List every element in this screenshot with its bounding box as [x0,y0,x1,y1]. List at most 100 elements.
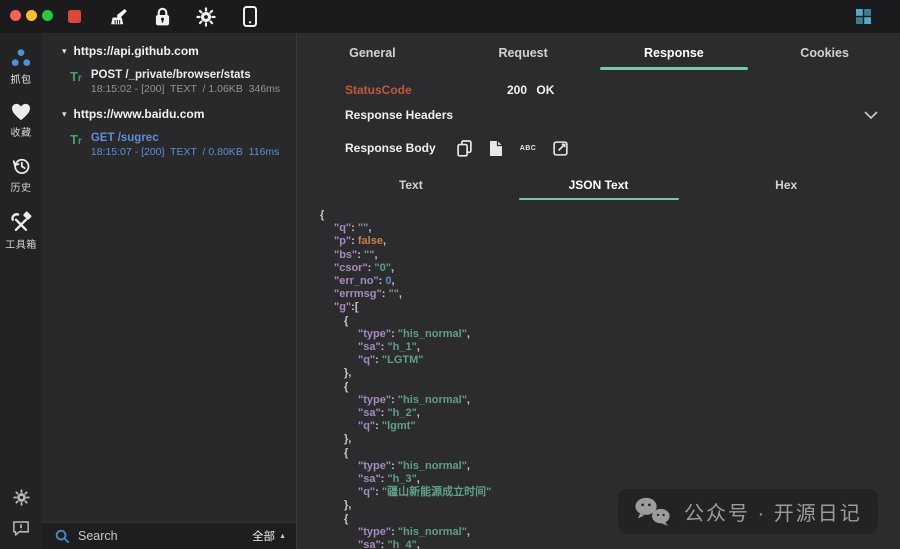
stop-icon [68,10,81,23]
capture-icon [10,48,32,68]
sidebar-item-toolbox[interactable]: 工具箱 [0,211,42,251]
settings-button[interactable] [192,4,220,29]
device-button[interactable] [236,4,264,29]
expand-arrow-icon: ▾ [62,47,67,56]
app-window: 抓包收藏历史工具箱 [0,0,900,549]
json-line: "type": "his_normal", [320,328,894,341]
sidebar-item-label: 抓包 [11,71,32,86]
tab-response[interactable]: Response [599,37,750,70]
group-url: https://www.baidu.com [74,107,205,121]
json-line: "sa": "h_3", [320,473,894,486]
sidebar-item-label: 历史 [11,179,32,194]
body-tab-hex[interactable]: Hex [692,169,880,201]
json-line: "errmsg": "", [320,288,894,301]
app-settings-button[interactable] [13,489,30,506]
json-line: { [320,209,894,222]
sidebar-bottom [12,489,30,537]
minimize-button[interactable] [26,10,37,21]
search-input[interactable] [78,529,244,543]
status-code-value: 200 OK [507,83,554,97]
json-line: { [320,381,894,394]
open-in-new-icon [553,141,568,156]
close-button[interactable] [10,10,21,21]
json-line: { [320,315,894,328]
body-tab-json-text[interactable]: JSON Text [505,169,693,201]
body-tab-text[interactable]: Text [317,169,505,201]
json-line: }, [320,367,894,380]
request-groups: ▾https://api.github.comTrPOST /_private/… [42,33,296,522]
content-type-icon: Tr [70,133,82,147]
json-line: }, [320,433,894,446]
save-body-button[interactable] [489,140,503,157]
json-line: { [320,447,894,460]
document-icon [489,140,503,157]
json-line: "p": false, [320,235,894,248]
sidebar-item-capture[interactable]: 抓包 [0,48,42,86]
json-line: "type": "his_normal", [320,394,894,407]
json-line: "sa": "h_4", [320,539,894,549]
encoding-button[interactable]: ABC [520,145,537,152]
body-format-tabs: TextJSON TextHex [317,169,880,201]
json-line: "sa": "h_1", [320,341,894,354]
titlebar [0,0,900,33]
response-headers-row[interactable]: Response Headers [345,108,878,122]
copy-icon [457,140,472,157]
request-group-header[interactable]: ▾ https://www.baidu.com [42,102,296,125]
response-headers-label: Response Headers [345,108,453,122]
lock-icon [154,7,171,27]
sidebar-item-label: 工具箱 [5,236,37,251]
request-list-panel: ▾https://api.github.comTrPOST /_private/… [42,33,297,549]
request-meta: 18:15:02 - [200] TEXT / 1.06KB 346ms [91,83,280,95]
fullscreen-button[interactable] [42,10,53,21]
status-row: StatusCode 200 OK [345,83,900,97]
json-line: "q": "lgmt" [320,420,894,433]
gear-icon [196,7,216,27]
clear-button[interactable] [105,4,133,29]
window-layout-button[interactable] [856,9,871,24]
request-group-header[interactable]: ▾ https://api.github.com [42,39,296,62]
phone-icon [243,6,257,27]
watermark: 公众号 · 开源日记 [618,489,878,534]
sidebar-item-favorites[interactable]: 收藏 [0,103,42,139]
ssl-lock-button[interactable] [148,4,176,29]
chevron-down-icon [864,111,878,119]
history-icon [11,156,31,176]
json-line: "csor": "0", [320,262,894,275]
detail-tabs: GeneralRequestResponseCookies [297,37,900,70]
request-row[interactable]: Tr GET /sugrec 18:15:07 - [200] TEXT / 0.8… [42,125,296,165]
json-line: "sa": "h_2", [320,407,894,420]
json-line: "err_no": 0, [320,275,894,288]
status-code-label: StatusCode [345,83,507,97]
heart-icon [11,103,31,121]
sidebar-item-history[interactable]: 历史 [0,156,42,194]
json-line: "g":[ [320,301,894,314]
json-line: "q": "LGTM" [320,354,894,367]
tab-cookies[interactable]: Cookies [749,37,900,70]
request-row[interactable]: TrPOST /_private/browser/stats18:15:02 -… [42,62,296,102]
tab-general[interactable]: General [297,37,448,70]
watermark-text: 公众号 · 开源日记 [684,497,862,526]
request-meta: 18:15:07 - [200] TEXT / 0.80KB 116ms [91,146,280,158]
json-line: "type": "his_normal", [320,460,894,473]
wechat-icon [634,496,671,527]
expand-arrow-icon: ▾ [62,110,67,119]
sidebar-item-label: 收藏 [11,124,32,139]
group-url: https://api.github.com [74,44,199,58]
request-title: POST /_private/browser/stats [91,69,280,81]
open-in-editor-button[interactable] [553,141,568,156]
toolbox-icon [10,211,32,233]
json-line: "bs": "", [320,249,894,262]
stop-capture-button[interactable] [60,4,88,29]
grid-icon [856,9,871,24]
request-title: GET /sugrec [91,132,280,144]
gear-icon [13,489,30,506]
filter-label: 全部 [252,528,275,544]
response-body-row: Response Body ABC [345,140,900,157]
feedback-button[interactable] [12,520,30,537]
filter-dropdown[interactable]: 全部 ▲ [252,528,286,544]
copy-body-button[interactable] [457,140,472,157]
tab-request[interactable]: Request [448,37,599,70]
dropdown-up-icon: ▲ [279,533,286,540]
brush-icon [109,7,129,27]
abc-icon: ABC [520,145,537,152]
